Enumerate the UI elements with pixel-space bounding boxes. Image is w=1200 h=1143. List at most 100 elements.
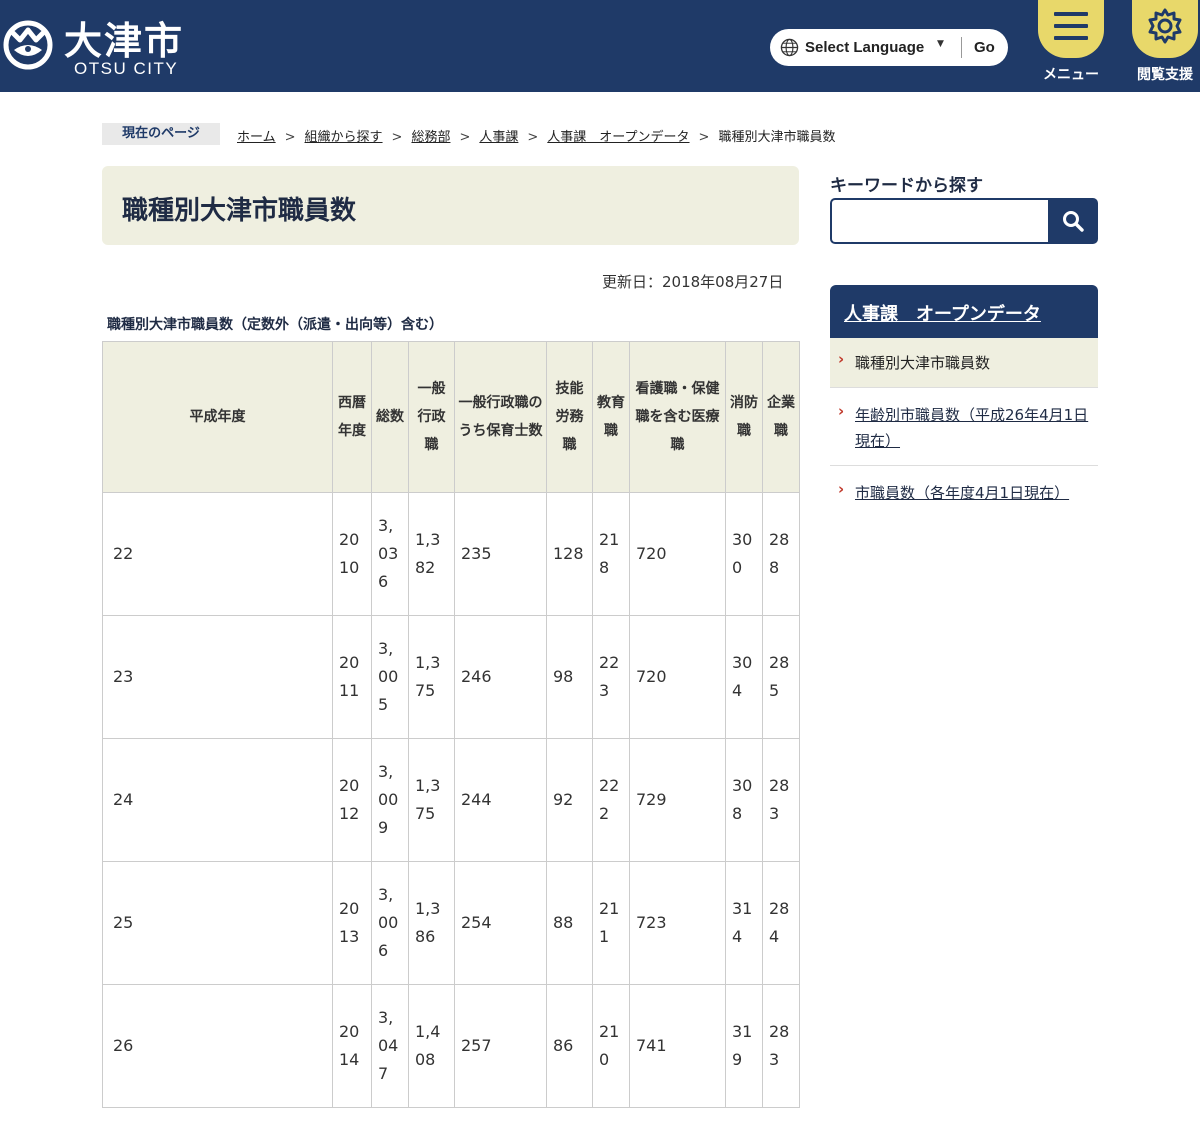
staff-count-table: 平成年度 西暦年度 総数 一般行政職 一般行政職のうち保育士数 技能労務職 教育…: [102, 341, 800, 1108]
cell-nursery-teachers: 244: [454, 738, 547, 862]
breadcrumb-separator: >: [284, 130, 296, 145]
header-total: 総数: [371, 341, 409, 493]
cell-western-year: 2014: [332, 984, 372, 1108]
breadcrumb-separator: >: [698, 130, 710, 145]
table-row: 23 2011 3,005 1,375 246 98 223 720 304 2…: [102, 615, 800, 739]
cell-general-admin: 1,375: [408, 615, 455, 739]
cell-nursery-teachers: 235: [454, 492, 547, 616]
breadcrumb-general-affairs[interactable]: 総務部: [411, 130, 450, 145]
header-western-year: 西暦年度: [332, 341, 372, 493]
breadcrumb: ホーム > 組織から探す > 総務部 > 人事課 > 人事課 オープンデータ > 職種別大津市職員数: [237, 126, 835, 145]
cell-heisei-year: 22: [102, 492, 333, 616]
sidebar-item-label[interactable]: 年齢別市職員数（平成26年4月1日現在）: [855, 402, 1095, 454]
cell-general-admin: 1,386: [408, 861, 455, 985]
cell-heisei-year: 26: [102, 984, 333, 1108]
cell-technical-labor: 98: [546, 615, 593, 739]
open-data-panel-link[interactable]: 人事課 オープンデータ: [844, 300, 1041, 326]
cell-fire: 300: [725, 492, 763, 616]
cell-western-year: 2010: [332, 492, 372, 616]
cell-total: 3,036: [371, 492, 409, 616]
breadcrumb-home[interactable]: ホーム: [237, 130, 276, 145]
breadcrumb-separator: >: [459, 130, 471, 145]
cell-general-admin: 1,382: [408, 492, 455, 616]
breadcrumb-separator: >: [391, 130, 403, 145]
open-data-panel-header: 人事課 オープンデータ: [830, 285, 1098, 338]
cell-enterprise: 284: [762, 861, 800, 985]
cell-technical-labor: 92: [546, 738, 593, 862]
menu-label: メニュー: [1043, 67, 1099, 83]
breadcrumb-open-data[interactable]: 人事課 オープンデータ: [547, 130, 689, 145]
language-selector[interactable]: Select Language ▼ Go: [770, 29, 1008, 66]
cell-education: 218: [592, 492, 630, 616]
language-select-label[interactable]: Select Language: [805, 39, 924, 56]
cell-fire: 314: [725, 861, 763, 985]
sidebar-item-label[interactable]: 市職員数（各年度4月1日現在）: [855, 480, 1095, 506]
search-button[interactable]: [1048, 198, 1098, 244]
cell-technical-labor: 88: [546, 861, 593, 985]
cell-technical-labor: 128: [546, 492, 593, 616]
logo-text: 大津市: [64, 19, 185, 63]
cell-education: 223: [592, 615, 630, 739]
language-divider: [961, 37, 962, 58]
sidebar-item-staff-count[interactable]: › 市職員数（各年度4月1日現在）: [830, 466, 1098, 510]
cell-enterprise: 283: [762, 738, 800, 862]
sidebar-item-age-staff[interactable]: › 年齢別市職員数（平成26年4月1日現在）: [830, 388, 1098, 466]
cell-education: 210: [592, 984, 630, 1108]
header-general-admin: 一般行政職: [408, 341, 455, 493]
go-button[interactable]: Go: [974, 39, 995, 56]
cell-heisei-year: 24: [102, 738, 333, 862]
cell-total: 3,005: [371, 615, 409, 739]
cell-medical: 720: [629, 615, 726, 739]
table-row: 24 2012 3,009 1,375 244 92 222 729 308 2…: [102, 738, 800, 862]
cell-medical: 720: [629, 492, 726, 616]
cell-fire: 304: [725, 615, 763, 739]
cell-heisei-year: 23: [102, 615, 333, 739]
logo-subtext: OTSU CITY: [74, 59, 179, 78]
accessibility-support-button[interactable]: 閲覧支援: [1132, 0, 1198, 92]
cell-enterprise: 288: [762, 492, 800, 616]
globe-icon: [780, 38, 799, 57]
cell-western-year: 2013: [332, 861, 372, 985]
sidebar-item-current: › 職種別大津市職員数: [830, 338, 1098, 388]
cell-western-year: 2011: [332, 615, 372, 739]
cell-general-admin: 1,375: [408, 738, 455, 862]
cell-heisei-year: 25: [102, 861, 333, 985]
chevron-right-icon: ›: [838, 350, 845, 368]
site-header: 大津市 OTSU CITY Select Language ▼ Go メニュー: [0, 0, 1200, 92]
keyword-search-input[interactable]: [830, 198, 1050, 244]
page-title-box: 職種別大津市職員数: [102, 166, 799, 245]
cell-medical: 741: [629, 984, 726, 1108]
header-heisei-year: 平成年度: [102, 341, 333, 493]
breadcrumb-organization[interactable]: 組織から探す: [305, 130, 383, 145]
cell-fire: 308: [725, 738, 763, 862]
cell-education: 222: [592, 738, 630, 862]
cell-nursery-teachers: 254: [454, 861, 547, 985]
updated-date: 更新日：2018年08月27日: [602, 273, 784, 291]
site-logo[interactable]: 大津市 OTSU CITY: [0, 12, 200, 82]
table-row: 25 2013 3,006 1,386 254 88 211 723 314 2…: [102, 861, 800, 985]
cell-general-admin: 1,408: [408, 984, 455, 1108]
cell-total: 3,009: [371, 738, 409, 862]
header-enterprise: 企業職: [762, 341, 800, 493]
breadcrumb-separator: >: [527, 130, 539, 145]
city-emblem-icon: [3, 20, 53, 70]
gear-icon: [1148, 8, 1182, 44]
hamburger-icon: [1054, 12, 1088, 42]
breadcrumb-label: 現在のページ: [102, 123, 220, 145]
page-title: 職種別大津市職員数: [122, 196, 357, 226]
cell-medical: 723: [629, 861, 726, 985]
table-caption: 職種別大津市職員数（定数外（派遣・出向等）含む）: [107, 317, 443, 333]
search-icon: [1063, 211, 1084, 232]
cell-nursery-teachers: 246: [454, 615, 547, 739]
cell-enterprise: 283: [762, 984, 800, 1108]
cell-enterprise: 285: [762, 615, 800, 739]
menu-button[interactable]: メニュー: [1038, 0, 1104, 92]
cell-medical: 729: [629, 738, 726, 862]
menu-badge: [1038, 0, 1104, 58]
breadcrumb-personnel[interactable]: 人事課: [479, 130, 518, 145]
cell-total: 3,006: [371, 861, 409, 985]
breadcrumb-current: 職種別大津市職員数: [718, 130, 836, 145]
cell-total: 3,047: [371, 984, 409, 1108]
cell-education: 211: [592, 861, 630, 985]
header-education: 教育職: [592, 341, 630, 493]
